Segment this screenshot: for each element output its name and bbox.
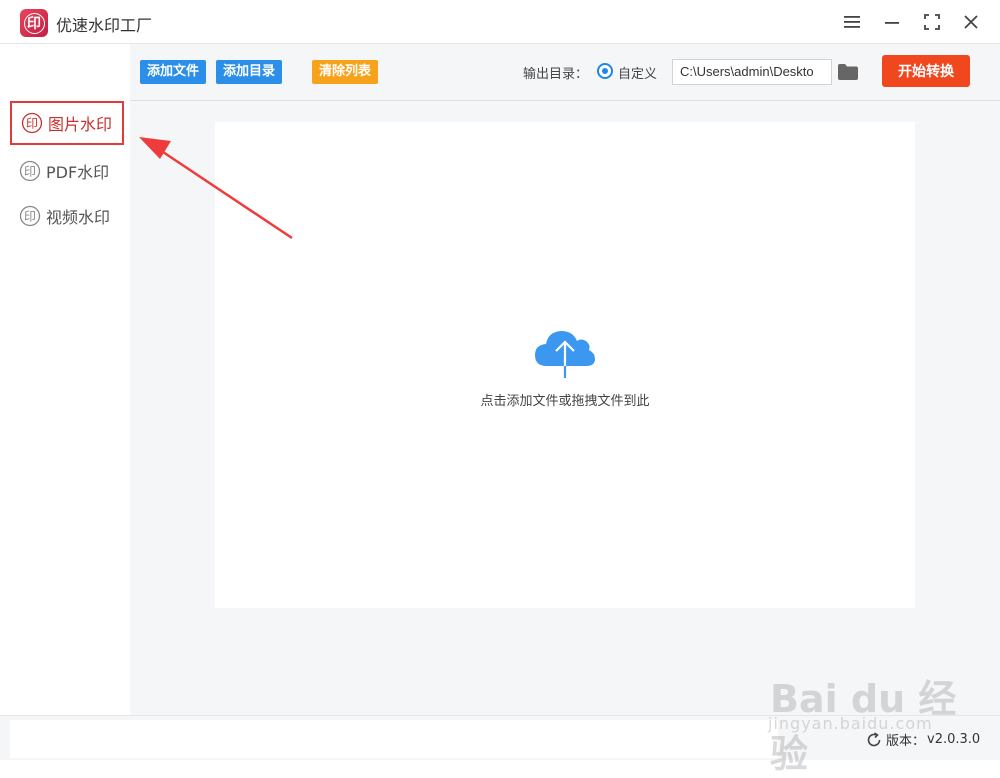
app-logo-glyph: 印 — [23, 12, 45, 34]
status-bar: 版本： v2.0.3.0 — [0, 715, 1000, 760]
maximize-button[interactable] — [918, 9, 946, 35]
minimize-icon — [885, 22, 899, 24]
sidebar: 印 图片水印 印 PDF水印 印 视频水印 — [0, 44, 130, 715]
svg-text:印: 印 — [26, 117, 38, 131]
app-logo-icon: 印 — [20, 9, 48, 37]
sidebar-item-pdf-watermark[interactable]: 印 PDF水印 — [10, 149, 124, 193]
minimize-button[interactable] — [878, 9, 906, 35]
add-file-button[interactable]: 添加文件 — [140, 60, 207, 84]
custom-output-label[interactable]: 自定义 — [618, 63, 657, 82]
output-dir-label: 输出目录： — [523, 67, 589, 82]
maximize-icon — [924, 14, 940, 30]
version-label: 版本： — [886, 734, 926, 749]
version-info[interactable]: 版本： v2.0.3.0 — [866, 730, 980, 749]
sidebar-item-label: 视频水印 — [46, 208, 111, 227]
close-button[interactable] — [957, 9, 985, 35]
seal-icon: 印 — [19, 205, 41, 227]
start-convert-button[interactable]: 开始转换 — [882, 55, 970, 87]
title-bar: 印 优速水印工厂 — [0, 0, 1000, 44]
drop-hint-text: 点击添加文件或拖拽文件到此 — [480, 394, 650, 409]
refresh-icon — [867, 731, 881, 746]
status-message-area — [10, 720, 778, 758]
svg-text:印: 印 — [24, 165, 36, 179]
sidebar-item-image-watermark[interactable]: 印 图片水印 — [10, 101, 124, 145]
folder-icon[interactable] — [837, 63, 859, 81]
main-panel: 添加文件 添加目录 清除列表 输出目录： 自定义 C:\Users\admin\… — [130, 44, 1000, 715]
custom-output-radio[interactable] — [597, 63, 613, 79]
svg-text:印: 印 — [24, 210, 36, 224]
toolbar: 添加文件 添加目录 清除列表 输出目录： 自定义 C:\Users\admin\… — [130, 44, 1000, 101]
clear-list-button[interactable]: 清除列表 — [312, 60, 379, 84]
sidebar-item-video-watermark[interactable]: 印 视频水印 — [10, 194, 124, 238]
version-number: v2.0.3.0 — [927, 732, 981, 747]
app-title: 优速水印工厂 — [56, 16, 153, 35]
menu-icon — [844, 16, 860, 28]
menu-button[interactable] — [838, 9, 866, 35]
sidebar-item-label: 图片水印 — [48, 115, 113, 134]
seal-icon: 印 — [21, 112, 43, 134]
output-path-input[interactable]: C:\Users\admin\Deskto — [672, 59, 832, 85]
seal-icon: 印 — [19, 160, 41, 182]
file-drop-zone[interactable]: 点击添加文件或拖拽文件到此 — [215, 122, 915, 608]
add-folder-button[interactable]: 添加目录 — [216, 60, 283, 84]
sidebar-item-label: PDF水印 — [46, 163, 110, 182]
cloud-upload-icon — [535, 331, 595, 378]
close-icon — [964, 15, 978, 29]
